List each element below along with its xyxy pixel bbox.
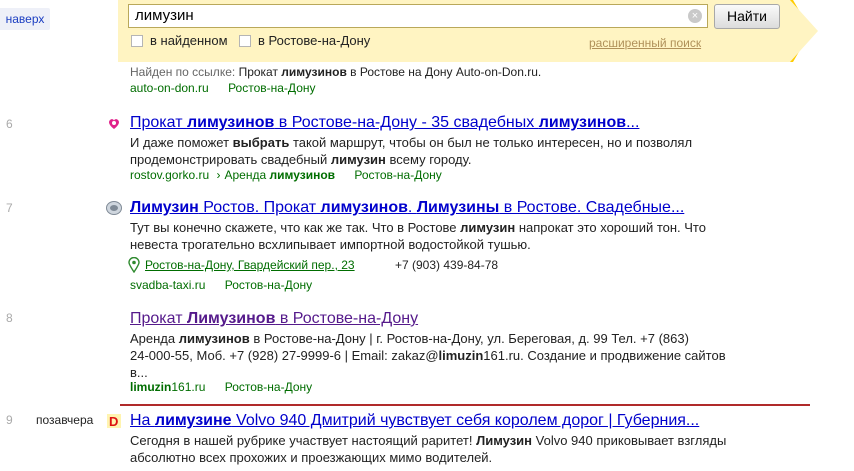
address-link[interactable]: Ростов-на-Дону, Гвардейский пер., 23	[145, 258, 355, 272]
in-found-checkbox[interactable]	[131, 35, 143, 47]
found-by-prefix: Найден по ссылке:	[130, 65, 236, 79]
map-pin-icon[interactable]	[128, 256, 140, 278]
result-region[interactable]: Ростов-на-Дону	[225, 278, 312, 292]
phone-number: +7 (903) 439-84-78	[395, 258, 499, 272]
found-by-text: Прокат лимузинов в Ростове на Дону Auto-…	[238, 65, 542, 79]
result-title-link[interactable]: На лимузине Volvo 940 Дмитрий чувствует …	[130, 412, 699, 430]
svadba-taxi-favicon-icon	[106, 200, 122, 216]
result-path[interactable]: › Аренда лимузинов	[213, 168, 336, 182]
result-title-link[interactable]: Прокат Лимузинов в Ростове-на-Дону	[130, 310, 418, 328]
clear-icon[interactable]: ×	[688, 9, 702, 23]
result-date: позавчера	[36, 413, 94, 427]
advanced-search-link[interactable]: расширенный поиск	[589, 36, 701, 50]
gorko-favicon-icon	[106, 115, 122, 131]
result-url-line[interactable]: rostov.gorko.ru › Аренда лимузинов Ростов…	[130, 168, 442, 182]
result-title-link[interactable]: Лимузин Ростов. Прокат лимузинов. Лимузи…	[130, 199, 684, 217]
result-region[interactable]: Ростов-на-Дону	[354, 168, 441, 182]
search-input[interactable]: лимузин	[128, 4, 708, 28]
result-number: 7	[6, 201, 13, 215]
result-snippet: Тут вы конечно скажете, что как же так. …	[130, 220, 706, 252]
svg-text:D: D	[109, 414, 118, 429]
result-snippet: Сегодня в нашей рубрике участвует настоя…	[130, 433, 727, 465]
result-site[interactable]: limuzin161.ru	[130, 380, 205, 394]
result-region[interactable]: Ростов-на-Дону	[225, 380, 312, 394]
result-title-link[interactable]: Прокат лимузинов в Ростове-на-Дону - 35 …	[130, 114, 639, 132]
found-by-region[interactable]: Ростов-на-Дону	[228, 81, 315, 95]
region-label[interactable]: в Ростове-на-Дону	[258, 33, 370, 48]
result-snippet: Аренда лимузинов в Ростове-на-Дону | г. …	[130, 331, 726, 380]
result-url-line[interactable]: svadba-taxi.ru Ростов-на-Дону	[130, 278, 312, 292]
result-number: 6	[6, 117, 13, 131]
divider-line	[120, 404, 810, 406]
back-to-top-button[interactable]: наверх	[0, 8, 50, 30]
result-number: 8	[6, 311, 13, 325]
guberniya-favicon-icon: D	[106, 413, 122, 429]
result-site[interactable]: rostov.gorko.ru	[130, 168, 209, 182]
in-found-label[interactable]: в найденном	[150, 33, 228, 48]
found-by-site[interactable]: auto-on-don.ru Ростов-на-Дону	[130, 81, 316, 95]
result-snippet: И даже поможет выбрать такой маршрут, чт…	[130, 135, 693, 167]
result-url-line[interactable]: limuzin161.ru Ростов-на-Дону	[130, 380, 312, 394]
result-site[interactable]: svadba-taxi.ru	[130, 278, 205, 292]
region-checkbox[interactable]	[239, 35, 251, 47]
found-by-site-url[interactable]: auto-on-don.ru	[130, 81, 209, 95]
found-by-link-line: Найден по ссылке: Прокат лимузинов в Рос…	[130, 65, 541, 79]
find-button[interactable]: Найти	[714, 4, 780, 29]
result-number: 9	[6, 413, 13, 427]
